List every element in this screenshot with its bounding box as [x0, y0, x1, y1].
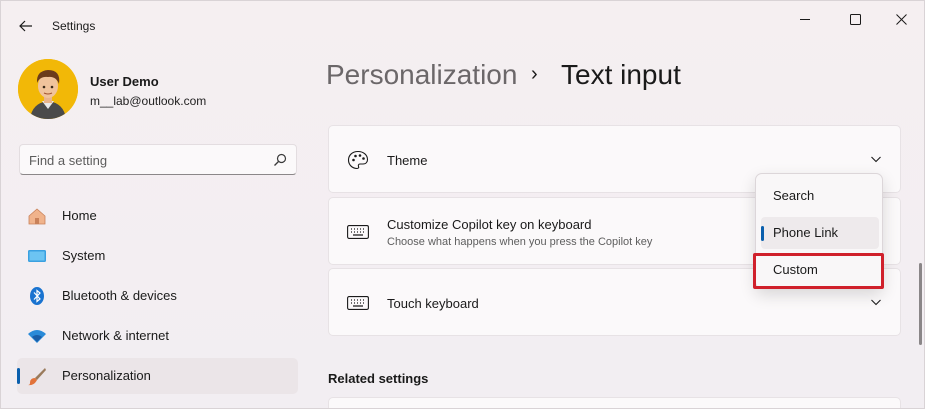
- option-label: Phone Link: [773, 225, 839, 240]
- card-subtitle: Choose what happens when you press the C…: [387, 236, 653, 248]
- chevron-down-icon[interactable]: [870, 296, 882, 308]
- related-settings-heading: Related settings: [328, 371, 429, 386]
- back-button[interactable]: [13, 13, 39, 39]
- title-bar: Settings: [1, 1, 924, 51]
- scrollbar[interactable]: [919, 263, 922, 345]
- card-title: Customize Copilot key on keyboard: [387, 217, 592, 232]
- breadcrumb-separator: ›: [531, 63, 538, 85]
- breadcrumb-parent[interactable]: Personalization: [326, 59, 517, 91]
- sidebar-item-personalization[interactable]: Personalization: [17, 358, 298, 394]
- sidebar-item-network[interactable]: Network & internet: [17, 318, 298, 354]
- sidebar-item-bluetooth[interactable]: Bluetooth & devices: [17, 278, 298, 314]
- sidebar-item-system[interactable]: System: [17, 238, 298, 274]
- sidebar-item-label: Personalization: [62, 368, 151, 383]
- sidebar-item-label: System: [62, 248, 106, 263]
- keyboard-icon: [347, 222, 369, 242]
- sidebar-item-home[interactable]: Home: [17, 198, 298, 234]
- wifi-icon: [27, 326, 47, 346]
- system-icon: [27, 246, 47, 266]
- selected-indicator: [761, 226, 764, 241]
- search-input[interactable]: [29, 151, 259, 169]
- dropdown-option-phone-link[interactable]: Phone Link: [761, 217, 879, 249]
- maximize-button[interactable]: [833, 6, 877, 32]
- user-avatar-icon: [18, 59, 78, 119]
- option-label: Search: [773, 188, 815, 203]
- app-title: Settings: [52, 19, 96, 33]
- user-email: m__lab@outlook.com: [90, 94, 207, 108]
- maximize-icon: [849, 13, 861, 25]
- sidebar-item-label: Bluetooth & devices: [62, 288, 177, 303]
- palette-icon: [347, 150, 369, 170]
- sidebar-item-label: Home: [62, 208, 97, 223]
- user-name: User Demo: [90, 74, 159, 89]
- related-settings-card[interactable]: [328, 397, 901, 408]
- close-icon: [895, 13, 907, 25]
- card-title: Touch keyboard: [387, 296, 479, 311]
- card-title: Theme: [387, 153, 428, 168]
- sidebar-item-label: Network & internet: [62, 328, 169, 343]
- page-title: Text input: [561, 59, 681, 90]
- search-icon[interactable]: [273, 153, 287, 167]
- settings-window: Settings User Demo m__lab@outlook.com Fi…: [0, 0, 925, 409]
- highlight-annotation: [753, 253, 884, 289]
- search-box[interactable]: [19, 144, 297, 175]
- active-indicator: [17, 368, 20, 384]
- home-icon: [27, 206, 47, 226]
- minimize-button[interactable]: [783, 6, 827, 32]
- avatar[interactable]: [18, 59, 78, 119]
- brush-icon: [27, 366, 47, 386]
- minimize-icon: [799, 18, 810, 20]
- back-arrow-icon: [19, 20, 32, 32]
- close-button[interactable]: [879, 6, 923, 32]
- keyboard-icon: [347, 293, 369, 313]
- dropdown-option-search[interactable]: Search: [761, 180, 879, 212]
- bluetooth-icon: [27, 286, 47, 306]
- chevron-down-icon[interactable]: [870, 153, 882, 165]
